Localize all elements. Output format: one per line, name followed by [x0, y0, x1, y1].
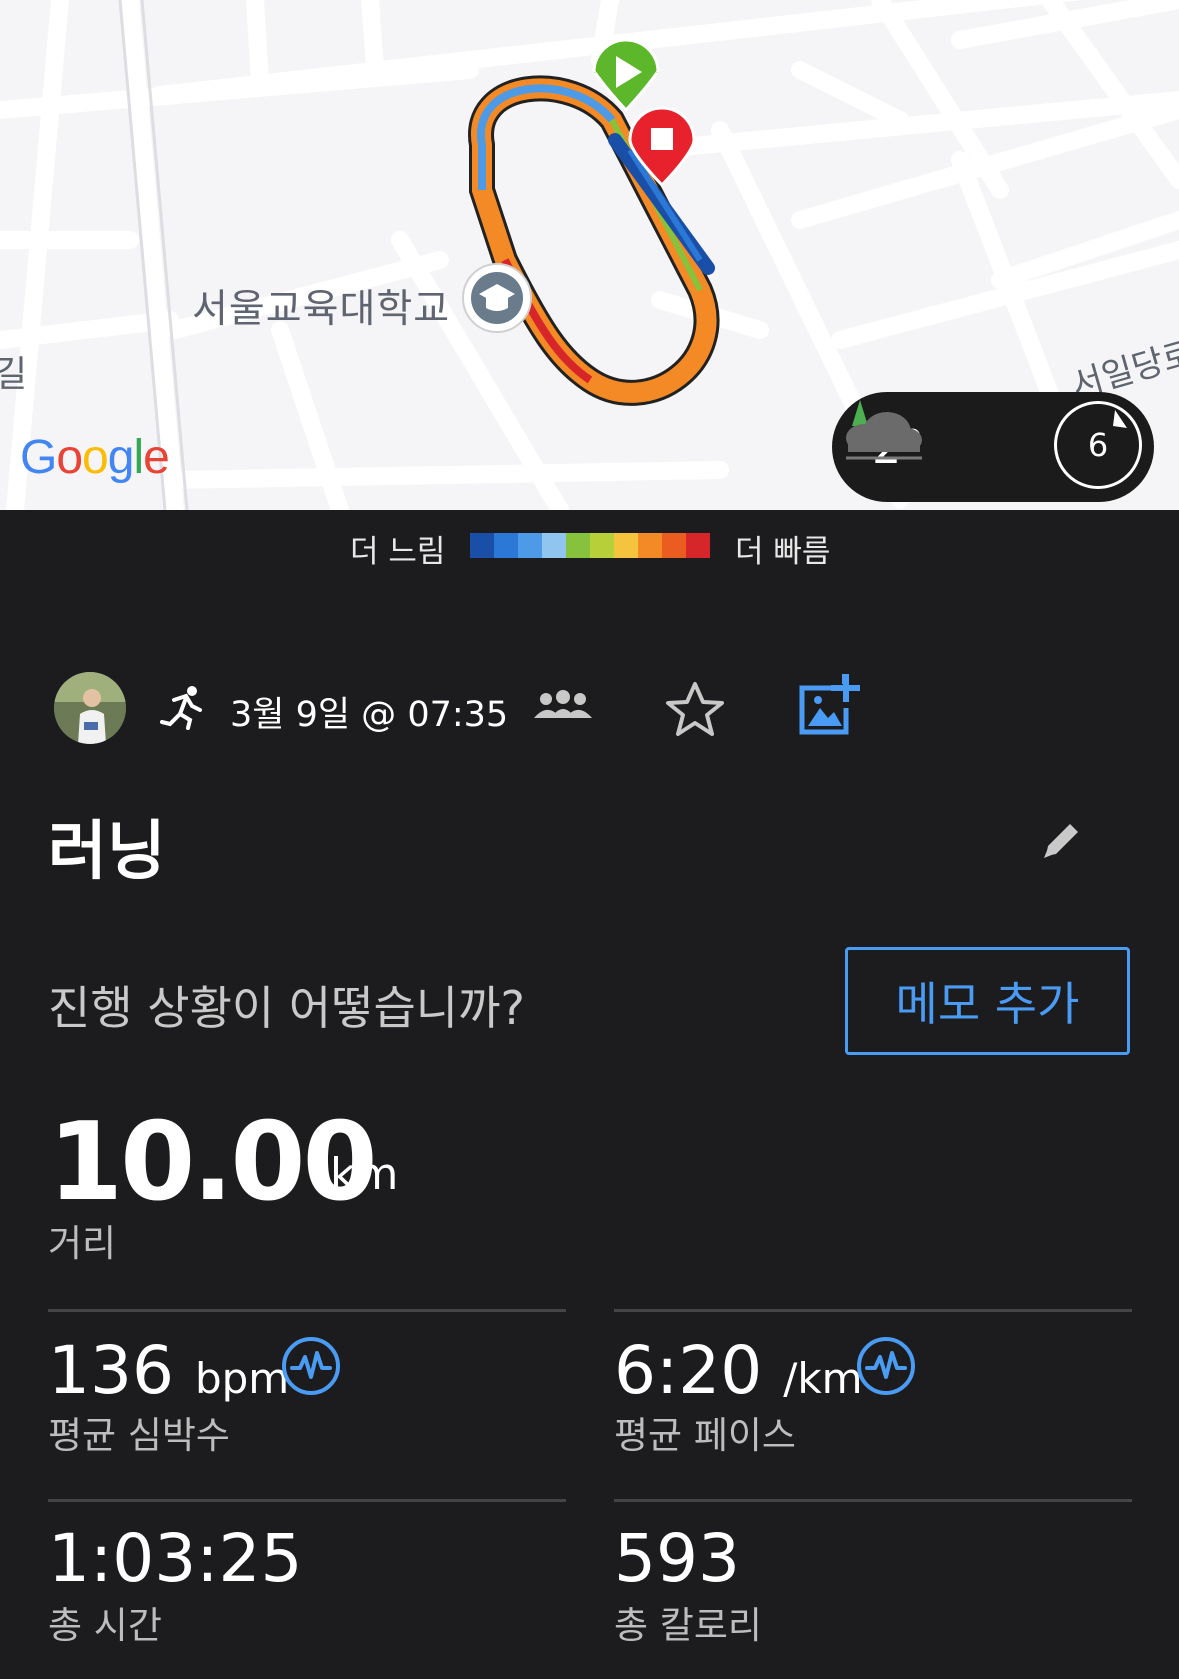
pace-label: 평균 페이스 [614, 1414, 796, 1457]
star-icon[interactable] [664, 680, 726, 740]
pace-chart-icon[interactable] [855, 1335, 917, 1397]
legend-color-swatch [614, 533, 638, 558]
distance-unit: km [330, 1149, 399, 1200]
distance-value: 10.00 [48, 1100, 378, 1225]
pace-legend: 더 느림 더 빠름 [0, 510, 1179, 580]
pace-value: 6:20 [614, 1332, 763, 1409]
heart-rate-value: 136 [48, 1332, 174, 1409]
total-calories-label: 총 칼로리 [614, 1604, 762, 1647]
heart-rate-unit: bpm [194, 1354, 290, 1403]
distance-label: 거리 [48, 1222, 117, 1265]
pace-stat: 6:20 /km [614, 1332, 863, 1409]
total-time-label: 총 시간 [48, 1604, 162, 1647]
pace-unit: /km [783, 1354, 863, 1403]
map-road-label: 길 [0, 354, 28, 395]
activity-meta-row: 3월 9일 @ 07:35 [0, 660, 1179, 760]
add-photo-icon[interactable] [798, 674, 862, 736]
heart-rate-stat: 136 bpm [48, 1332, 289, 1409]
route-map[interactable]: 서울교육대학교 길 서일당로 Google 2° 6 [0, 0, 1179, 510]
cloudy-tree-icon [846, 400, 922, 460]
add-memo-button[interactable]: 메모 추가 [845, 947, 1130, 1055]
divider [48, 1499, 566, 1502]
divider [614, 1499, 1132, 1502]
legend-color-swatch [518, 533, 542, 558]
total-time-value: 1:03:25 [48, 1520, 303, 1597]
heart-rate-chart-icon[interactable] [280, 1335, 342, 1397]
edit-pencil-icon[interactable] [1040, 818, 1084, 862]
legend-color-swatch [494, 533, 518, 558]
legend-slow-label: 더 느림 [350, 534, 446, 570]
weather-widget[interactable]: 2° 6 [832, 392, 1154, 502]
google-logo: Google [20, 431, 170, 484]
activity-title: 러닝 [48, 815, 166, 889]
avatar[interactable] [54, 672, 126, 744]
legend-color-swatch [470, 533, 494, 558]
map-place-label: 서울교육대학교 [192, 287, 451, 332]
progress-prompt: 진행 상황이 어떻습니까? [48, 981, 525, 1035]
legend-color-swatch [686, 533, 710, 558]
legend-color-bar [470, 533, 710, 558]
running-icon [160, 686, 202, 730]
legend-color-swatch [566, 533, 590, 558]
wind-indicator: 6 [1054, 401, 1142, 489]
legend-color-swatch [638, 533, 662, 558]
legend-fast-label: 더 빠름 [735, 534, 831, 570]
activity-date: 3월 9일 @ 07:35 [230, 695, 509, 735]
wind-speed: 6 [1087, 426, 1109, 464]
total-calories-value: 593 [614, 1520, 740, 1597]
legend-color-swatch [542, 533, 566, 558]
heart-rate-label: 평균 심박수 [48, 1414, 230, 1457]
group-icon[interactable] [533, 690, 593, 722]
divider [48, 1309, 566, 1312]
divider [614, 1309, 1132, 1312]
legend-color-swatch [590, 533, 614, 558]
school-marker-icon[interactable] [462, 263, 532, 333]
legend-color-swatch [662, 533, 686, 558]
